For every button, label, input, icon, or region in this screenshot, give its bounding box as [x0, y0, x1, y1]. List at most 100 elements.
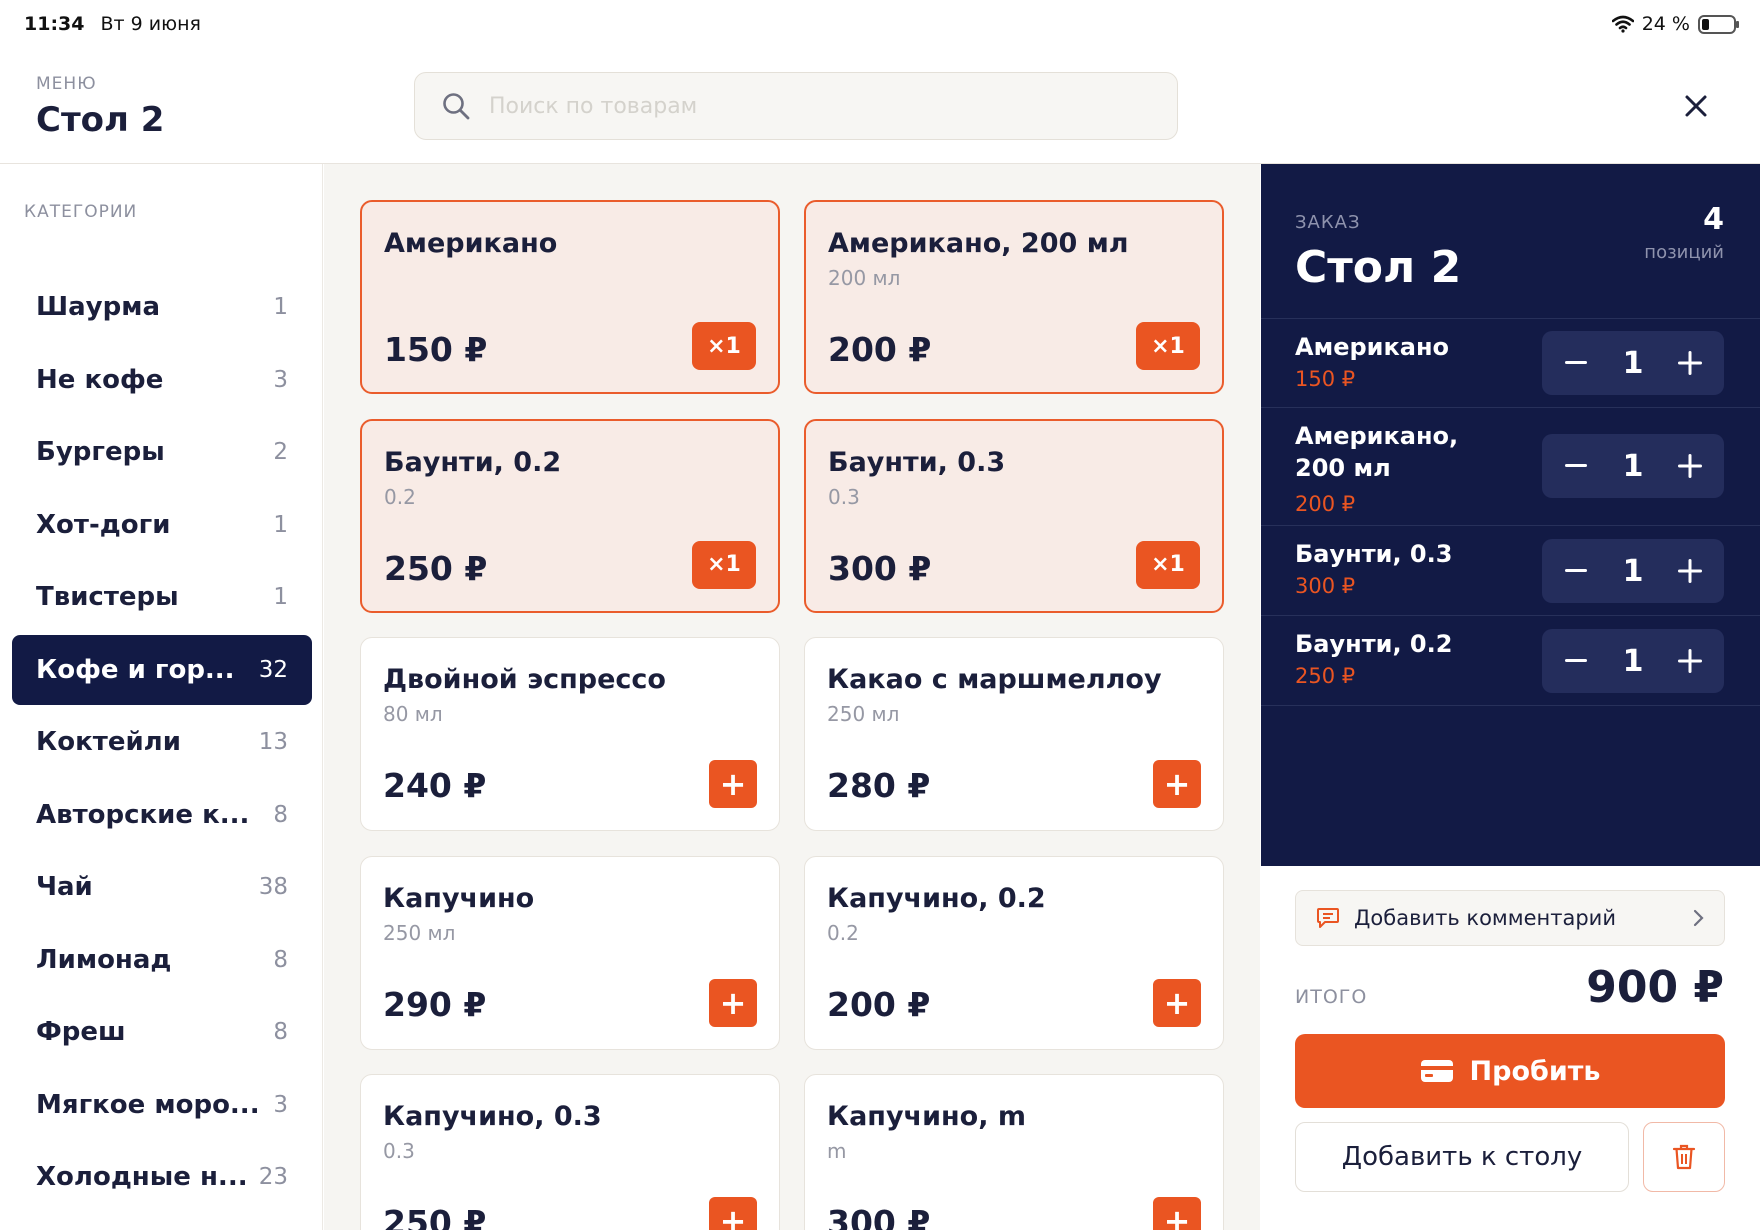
add-button[interactable]: +	[709, 760, 757, 808]
product-price: 150 ₽	[384, 330, 488, 369]
product-card[interactable]: Капучино 250 мл 290 ₽ +	[360, 855, 780, 1050]
close-button[interactable]	[1676, 86, 1716, 126]
quantity-stepper[interactable]: 1	[1542, 434, 1724, 498]
category-item[interactable]: Завтраки5	[12, 1215, 312, 1230]
category-item[interactable]: Мягкое моро... 3	[12, 1070, 312, 1140]
product-card[interactable]: Баунти, 0.2 0.2 250 ₽ ×1	[360, 418, 780, 613]
decrement-button[interactable]	[1558, 448, 1594, 484]
category-count: 8	[273, 946, 288, 973]
order-count-label: позиций	[1644, 242, 1724, 263]
search-input[interactable]	[489, 93, 1129, 119]
add-comment-label: Добавить комментарий	[1354, 906, 1616, 930]
product-card[interactable]: Двойной эспрессо 80 мл 240 ₽ +	[360, 637, 780, 831]
category-name: Шаурма	[36, 292, 161, 322]
product-card[interactable]: Баунти, 0.3 0.3 300 ₽ ×1	[804, 418, 1224, 613]
add-button[interactable]: +	[709, 978, 757, 1027]
plus-icon	[1678, 454, 1702, 478]
category-item[interactable]: Авторские к... 8	[12, 780, 312, 850]
product-name: Американо, 200 мл	[828, 228, 1129, 259]
category-item[interactable]: Холодные н... 23	[12, 1142, 312, 1212]
category-item[interactable]: Шаурма 1	[12, 272, 312, 342]
quantity-badge[interactable]: ×1	[1136, 540, 1200, 589]
add-button[interactable]: +	[709, 1197, 757, 1230]
category-name: Фреш	[36, 1017, 126, 1047]
category-count: 13	[258, 729, 288, 755]
product-name: Капучино	[383, 882, 535, 914]
order-item-name: Баунти, 0.2	[1295, 630, 1453, 658]
order-item-price: 250 ₽	[1295, 664, 1356, 688]
product-name: Капучино, 0.3	[383, 1101, 602, 1132]
category-count: 1	[273, 511, 288, 538]
category-name: Хот-доги	[36, 509, 171, 540]
search-bar[interactable]	[414, 72, 1178, 140]
product-card[interactable]: Американо, 200 мл 200 мл 200 ₽ ×1	[804, 200, 1224, 394]
product-card[interactable]: Американо 150 ₽ ×1	[360, 200, 780, 394]
minus-icon	[1565, 659, 1587, 662]
product-price: 240 ₽	[383, 766, 487, 805]
quantity-badge[interactable]: ×1	[692, 322, 756, 370]
decrement-button[interactable]	[1558, 553, 1594, 589]
category-item[interactable]: Фреш 8	[12, 997, 312, 1067]
product-card[interactable]: Капучино, 0.2 0.2 200 ₽ +	[804, 855, 1224, 1050]
category-item[interactable]: Бургеры 2	[12, 417, 312, 487]
battery-icon	[1698, 14, 1739, 34]
card-icon	[1420, 1060, 1453, 1082]
category-item[interactable]: Чай 38	[12, 852, 312, 922]
order-line: Баунти, 0.2 250 ₽ 1	[1261, 616, 1760, 706]
quantity-stepper[interactable]: 1	[1542, 331, 1724, 395]
add-comment-button[interactable]: Добавить комментарий	[1295, 890, 1725, 946]
decrement-button[interactable]	[1558, 643, 1594, 679]
category-item[interactable]: Кофе и гор... 32	[12, 634, 312, 705]
product-volume: 250 мл	[383, 920, 456, 945]
product-card[interactable]: Капучино, 0.3 0.3 250 ₽ +	[360, 1074, 780, 1230]
category-count: 23	[258, 1164, 288, 1190]
category-item[interactable]: Не кофе 3	[12, 345, 312, 415]
quantity-value: 1	[1622, 643, 1644, 679]
category-name: Бургеры	[36, 437, 165, 467]
product-card[interactable]: Какао с маршмеллоу 250 мл 280 ₽ +	[804, 637, 1224, 831]
product-volume: m	[827, 1139, 847, 1163]
add-button[interactable]: +	[1153, 760, 1201, 808]
category-name: Лимонад	[36, 944, 172, 975]
order-item-price: 300 ₽	[1295, 574, 1356, 598]
product-name: Баунти, 0.3	[828, 446, 1006, 478]
minus-icon	[1565, 569, 1587, 572]
trash-icon	[1672, 1144, 1696, 1170]
add-to-table-button[interactable]: Добавить к столу	[1295, 1122, 1629, 1192]
product-volume: 0.3	[828, 484, 860, 509]
product-name: Баунти, 0.2	[384, 446, 562, 478]
category-item[interactable]: Твистеры 1	[12, 562, 312, 632]
increment-button[interactable]	[1672, 643, 1708, 679]
category-name: Кофе и гор...	[36, 654, 235, 685]
category-sidebar: КАТЕГОРИИ Шаурма 1 Не кофе 3 Бургеры 2 Хот-дог…	[0, 164, 323, 1230]
add-button[interactable]: +	[1153, 1197, 1201, 1230]
category-count: 3	[273, 366, 288, 393]
increment-button[interactable]	[1672, 448, 1708, 484]
category-count: 38	[258, 874, 288, 900]
category-name: Твистеры	[36, 582, 179, 612]
quantity-stepper[interactable]: 1	[1542, 629, 1724, 693]
pay-button[interactable]: Пробить	[1295, 1034, 1725, 1108]
quantity-stepper[interactable]: 1	[1542, 539, 1724, 603]
category-item[interactable]: Лимонад 8	[12, 925, 312, 995]
product-card[interactable]: Капучино, m m 300 ₽ +	[804, 1074, 1224, 1230]
add-button[interactable]: +	[1153, 978, 1201, 1027]
plus-icon	[1678, 559, 1702, 583]
decrement-button[interactable]	[1558, 345, 1594, 381]
order-title: Стол 2	[1295, 242, 1462, 293]
increment-button[interactable]	[1672, 553, 1708, 589]
quantity-badge[interactable]: ×1	[692, 540, 756, 589]
category-name: Не кофе	[36, 364, 164, 395]
product-volume: 200 мл	[828, 266, 901, 290]
quantity-badge[interactable]: ×1	[1136, 322, 1200, 370]
category-name: Коктейли	[36, 727, 181, 757]
category-name: Холодные н...	[36, 1162, 248, 1192]
category-item[interactable]: Хот-доги 1	[12, 490, 312, 560]
product-price: 300 ₽	[827, 1203, 931, 1230]
increment-button[interactable]	[1672, 345, 1708, 381]
product-price: 290 ₽	[383, 984, 487, 1024]
category-item[interactable]: Коктейли 13	[12, 707, 312, 777]
delete-order-button[interactable]	[1643, 1122, 1725, 1192]
product-name: Какао с маршмеллоу	[827, 664, 1162, 695]
order-item-name: Американо	[1295, 333, 1450, 361]
